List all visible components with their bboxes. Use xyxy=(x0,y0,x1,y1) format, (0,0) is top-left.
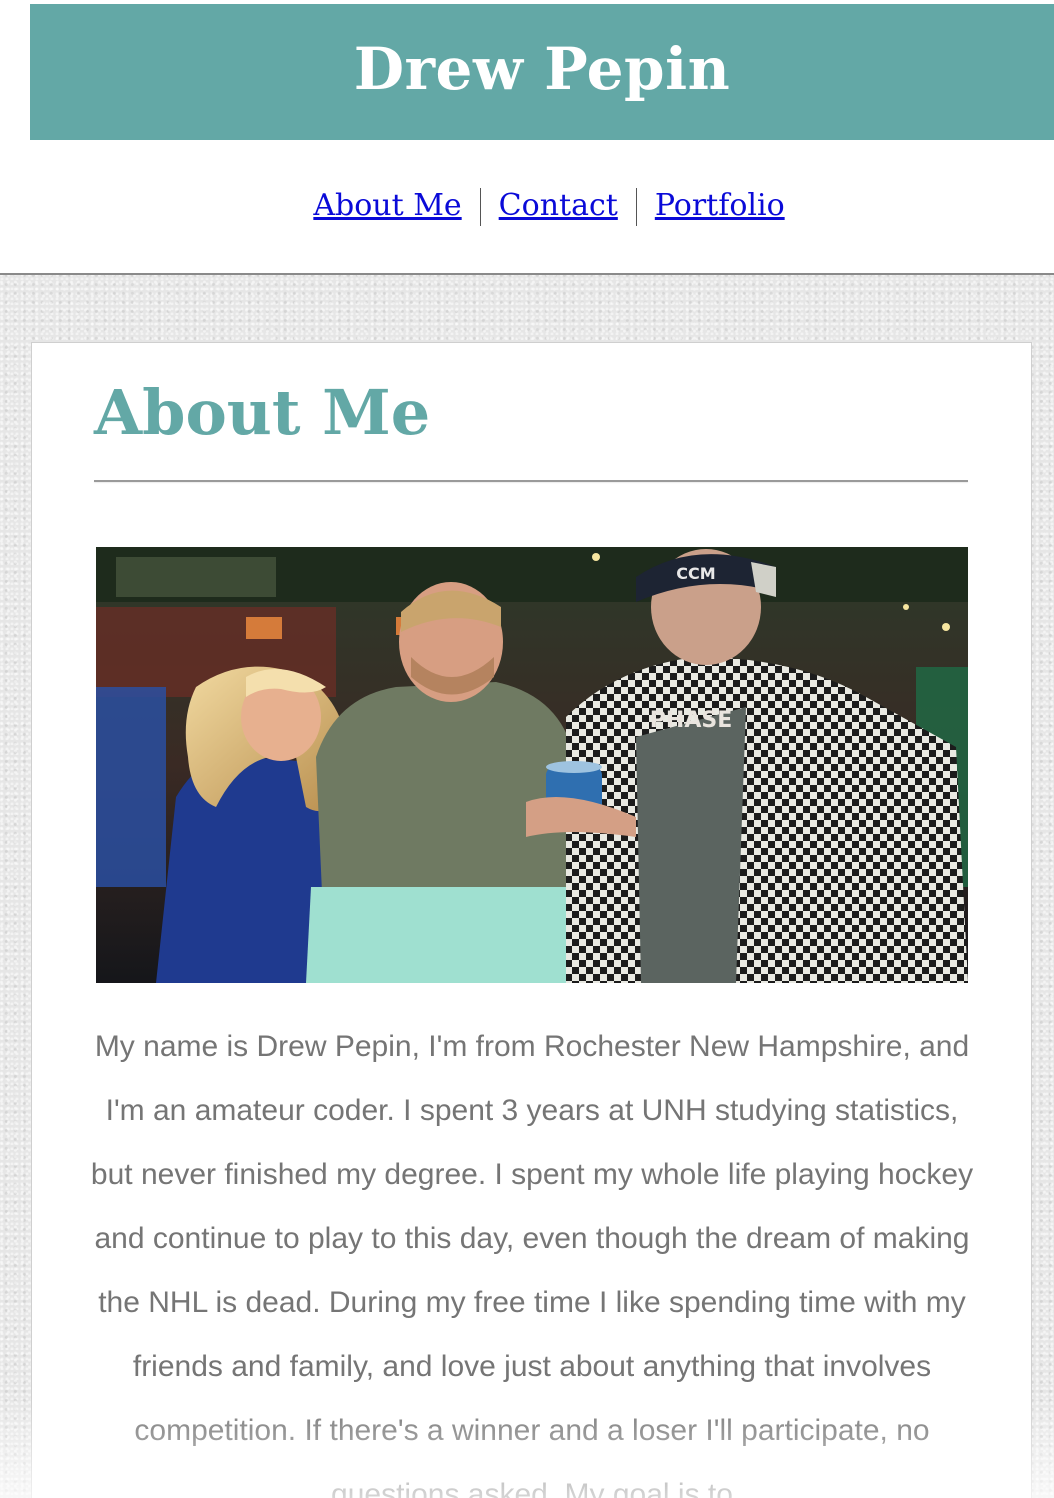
section-title: About Me xyxy=(94,376,431,449)
site-header: Drew Pepin About Me Contact Portfolio xyxy=(0,0,1054,275)
shirt-text: PHASE xyxy=(650,708,732,733)
bio-paragraph: My name is Drew Pepin, I'm from Rocheste… xyxy=(90,1030,974,1498)
site-title: Drew Pepin xyxy=(353,35,731,103)
cap-logo-text: CCM xyxy=(676,564,715,583)
nav-link-contact[interactable]: Contact xyxy=(481,180,636,232)
nav-link-about-me[interactable]: About Me xyxy=(295,180,479,232)
about-card: About Me CCM PHASE My name is Drew Pepin… xyxy=(31,342,1032,1498)
title-banner: Drew Pepin xyxy=(30,4,1054,140)
title-divider xyxy=(94,480,968,482)
nav-link-portfolio[interactable]: Portfolio xyxy=(637,180,803,232)
main-nav: About Me Contact Portfolio xyxy=(0,180,1054,232)
profile-photo: CCM PHASE xyxy=(96,547,968,983)
